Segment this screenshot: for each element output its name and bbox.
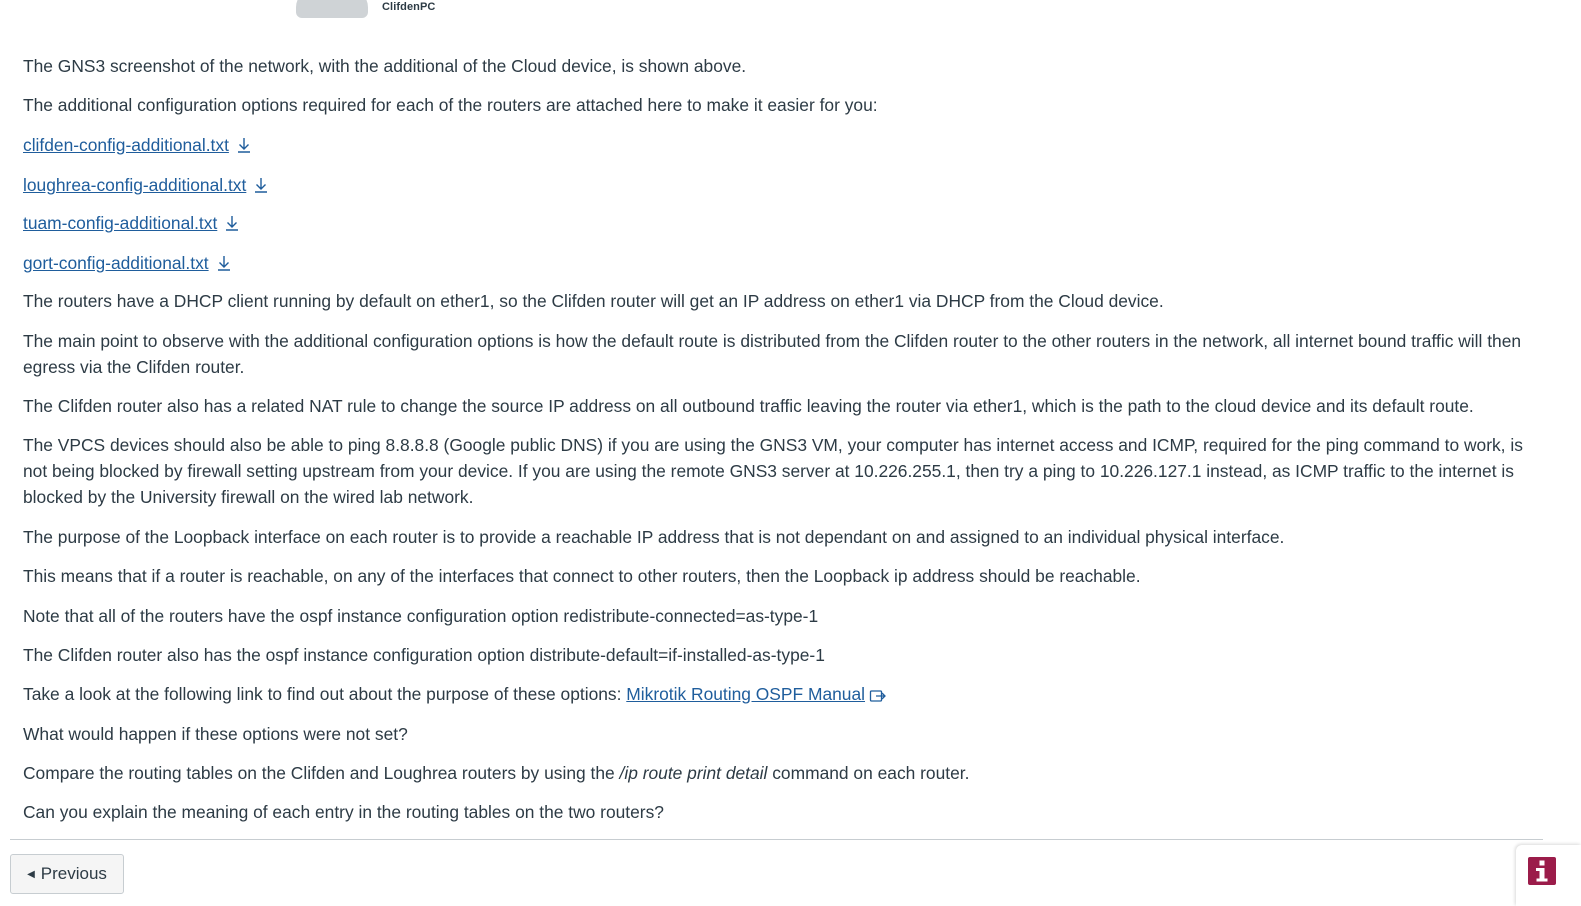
paragraph: The VPCS devices should also be able to … [23, 435, 1523, 507]
command-suffix-text: command on each router. [767, 763, 970, 783]
link-intro-text: Take a look at the following link to fin… [23, 684, 627, 704]
paragraph: Can you explain the meaning of each entr… [23, 802, 664, 822]
pc-device-icon [296, 0, 368, 18]
paragraph: This means that if a router is reachable… [23, 566, 1141, 586]
download-icon[interactable] [235, 136, 253, 154]
file-link-gort[interactable]: gort-config-additional.txt [23, 253, 209, 273]
divider [10, 839, 1543, 840]
ospf-manual-link[interactable]: Mikrotik Routing OSPF Manual [626, 684, 865, 704]
previous-button[interactable]: ◀ Previous [10, 854, 124, 894]
paragraph: The Clifden router also has the ospf ins… [23, 645, 825, 665]
download-icon[interactable] [223, 214, 241, 232]
file-link-tuam[interactable]: tuam-config-additional.txt [23, 213, 217, 233]
file-link-loughrea[interactable]: loughrea-config-additional.txt [23, 175, 246, 195]
external-link-icon[interactable] [869, 687, 887, 703]
paragraph: The GNS3 screenshot of the network, with… [23, 56, 747, 76]
caret-left-icon: ◀ [27, 868, 35, 880]
paragraph: The additional configuration options req… [23, 95, 878, 115]
file-link-row: loughrea-config-additional.txt [23, 172, 270, 198]
paragraph: What would happen if these options were … [23, 724, 408, 744]
info-tab[interactable] [1516, 845, 1581, 906]
command-text: /ip route print detail [619, 763, 768, 783]
paragraph: The Clifden router also has a related NA… [23, 396, 1474, 416]
paragraph: Note that all of the routers have the os… [23, 606, 819, 626]
network-diagram-fragment: ClifdenPC [0, 0, 1581, 20]
paragraph: The routers have a DHCP client running b… [23, 291, 1164, 311]
download-icon[interactable] [252, 176, 270, 194]
paragraph: The purpose of the Loopback interface on… [23, 527, 1285, 547]
info-icon[interactable] [1528, 857, 1556, 885]
device-label: ClifdenPC [382, 1, 436, 13]
paragraph: The main point to observe with the addit… [23, 331, 1522, 377]
download-icon[interactable] [215, 254, 233, 272]
paragraph-with-link: Take a look at the following link to fin… [23, 681, 1523, 707]
file-link-row: clifden-config-additional.txt [23, 132, 253, 158]
previous-label: Previous [40, 864, 107, 883]
file-link-row: tuam-config-additional.txt [23, 210, 241, 236]
file-link-row: gort-config-additional.txt [23, 250, 233, 276]
file-link-clifden[interactable]: clifden-config-additional.txt [23, 135, 229, 155]
command-intro-text: Compare the routing tables on the Clifde… [23, 763, 620, 783]
paragraph-with-command: Compare the routing tables on the Clifde… [23, 760, 1523, 786]
